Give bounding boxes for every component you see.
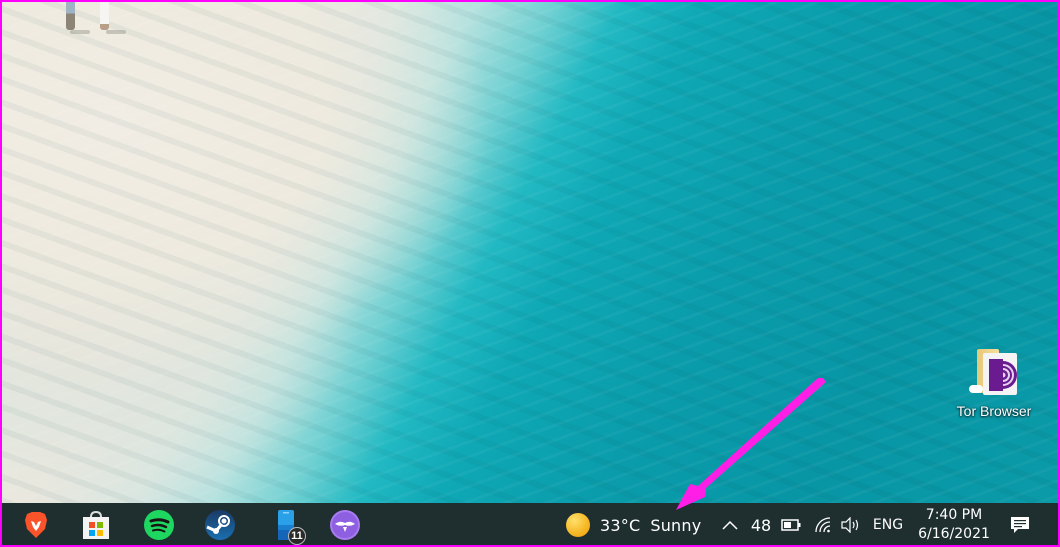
taskbar-app-microsoft-store[interactable] bbox=[73, 503, 119, 547]
clock-time: 7:40 PM bbox=[925, 507, 983, 523]
desktop-icon-label: Tor Browser bbox=[956, 403, 1032, 419]
weather-widget[interactable]: 33°C Sunny bbox=[566, 503, 701, 547]
taskbar-app-phone[interactable]: 11 bbox=[263, 503, 309, 547]
taskbar-app-brave[interactable] bbox=[13, 503, 59, 547]
action-center-button[interactable] bbox=[1006, 503, 1034, 547]
microsoft-store-icon bbox=[83, 510, 109, 539]
volume-icon bbox=[841, 517, 859, 533]
wifi-icon bbox=[815, 517, 831, 533]
brave-lion-icon bbox=[25, 512, 47, 538]
weather-temperature: 33°C bbox=[600, 515, 641, 535]
water-texture bbox=[0, 0, 1060, 503]
desktop-icon-tor-browser[interactable]: Tor Browser bbox=[948, 343, 1040, 429]
tor-browser-folder-icon bbox=[969, 347, 1019, 397]
battery-percentage[interactable]: 48 bbox=[748, 503, 774, 547]
action-center-icon bbox=[1011, 517, 1029, 533]
spotify-icon bbox=[144, 510, 174, 540]
network-button[interactable] bbox=[810, 503, 836, 547]
show-hidden-icons-button[interactable] bbox=[719, 503, 741, 547]
volume-button[interactable] bbox=[838, 503, 864, 547]
clock-button[interactable]: 7:40 PM 6/16/2021 bbox=[910, 506, 998, 544]
taskbar-app-steam[interactable] bbox=[197, 503, 243, 547]
weather-condition: Sunny bbox=[650, 515, 702, 535]
battery-icon bbox=[781, 519, 801, 531]
steam-icon bbox=[205, 510, 235, 540]
person-right bbox=[100, 0, 109, 30]
clock-date: 6/16/2021 bbox=[918, 526, 990, 542]
taskbar-app-mustache[interactable] bbox=[322, 503, 368, 547]
sun-icon bbox=[566, 513, 590, 537]
cloud-icon bbox=[969, 385, 983, 393]
person-left bbox=[66, 0, 75, 30]
desktop-wallpaper: Tor Browser bbox=[0, 0, 1060, 503]
battery-button[interactable] bbox=[778, 503, 804, 547]
taskbar: 11 33°C Sunny 48 ENG 7:40 PM 6/16/2021 bbox=[0, 503, 1060, 547]
chevron-up-icon bbox=[722, 520, 738, 530]
taskbar-app-spotify[interactable] bbox=[136, 503, 182, 547]
notification-badge: 11 bbox=[288, 527, 306, 545]
people-on-beach bbox=[52, 0, 132, 40]
input-language-button[interactable]: ENG bbox=[868, 503, 908, 547]
mustache-icon bbox=[330, 510, 360, 540]
